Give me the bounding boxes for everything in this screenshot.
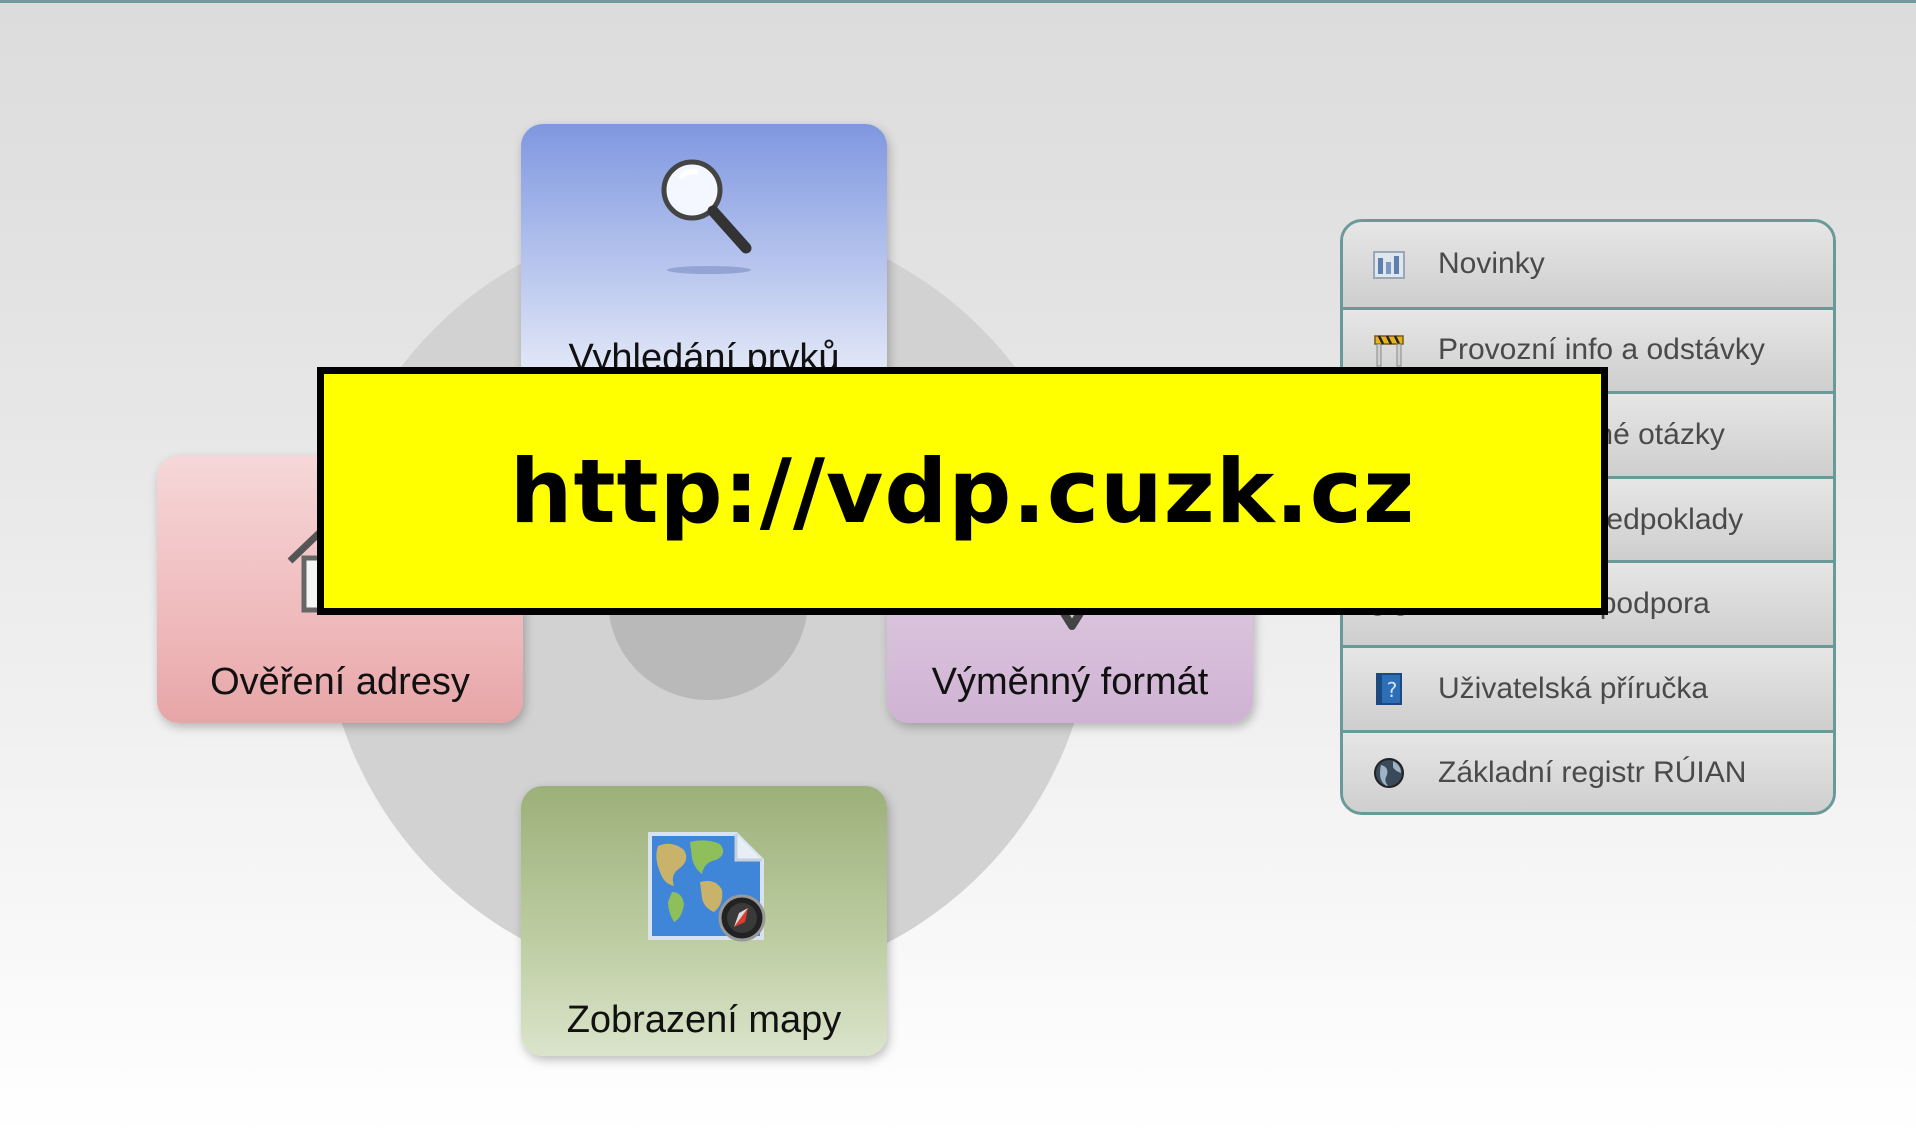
svg-text:?: ? [1387,678,1398,702]
link-user-manual-label: Uživatelská příručka [1438,671,1709,705]
top-border-line [0,0,1916,3]
show-map-label: Zobrazení mapy [566,999,842,1041]
url-banner: http://vdp.cuzk.cz [317,367,1608,615]
roadblock-icon [1374,335,1404,367]
exchange-format-label: Výměnný formát [931,661,1209,703]
link-user-manual[interactable]: ? Uživatelská příručka [1343,644,1833,730]
verify-address-label: Ověření adresy [210,661,470,703]
world-map-icon [648,832,766,942]
link-ruian-registry[interactable]: Základní registr RÚIAN [1343,729,1833,812]
link-ruian-registry-label: Základní registr RÚIAN [1438,756,1747,790]
magnifier-icon [661,159,752,274]
news-icon [1373,251,1405,280]
show-map-tile[interactable]: Zobrazení mapy [521,786,887,1056]
link-news-label: Novinky [1438,247,1545,281]
help-book-icon: ? [1376,672,1402,705]
url-text: http://vdp.cuzk.cz [509,439,1416,543]
link-news[interactable]: Novinky [1343,222,1833,307]
globe-icon [1374,758,1404,789]
search-features-tile[interactable]: Vyhledání prvků [521,124,887,386]
link-operational-info-label: Provozní info a odstávky [1438,333,1765,367]
